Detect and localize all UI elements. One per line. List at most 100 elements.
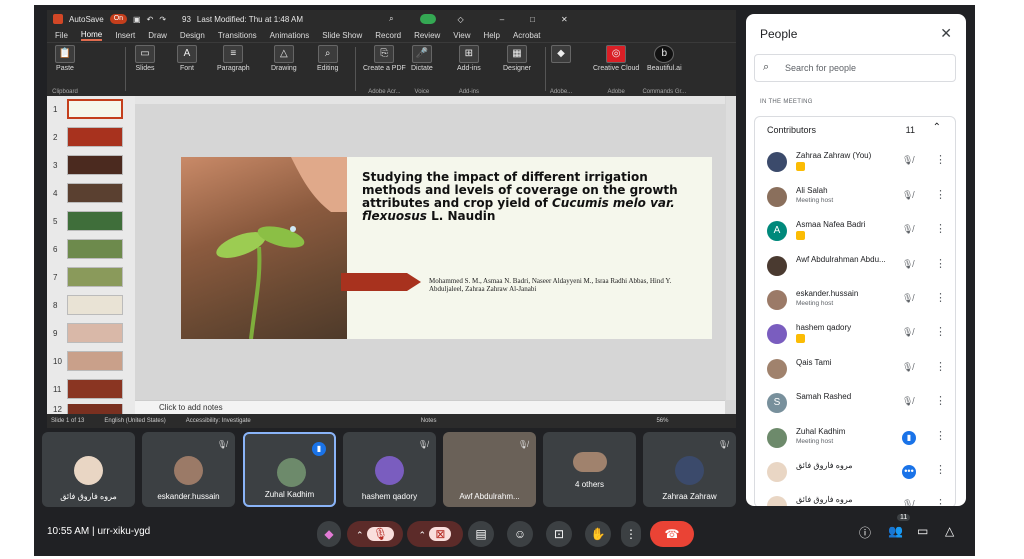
more-vert-icon[interactable]: ⋮ bbox=[935, 429, 946, 442]
more-vert-icon[interactable]: ⋮ bbox=[935, 153, 946, 166]
tab-draw[interactable]: Draw bbox=[148, 31, 167, 40]
tab-acrobat[interactable]: Acrobat bbox=[513, 31, 541, 40]
tab-animations[interactable]: Animations bbox=[270, 31, 310, 40]
more-options-button[interactable]: ⋮ bbox=[621, 521, 641, 547]
thumbnail-8[interactable]: 8 bbox=[53, 294, 133, 316]
close-icon[interactable]: ✕ bbox=[940, 25, 952, 42]
addins-button[interactable]: ⊞ Add-ins Add-ins bbox=[457, 45, 481, 95]
beautiful-ai-button[interactable]: b Beautiful.ai Commands Gr... bbox=[642, 45, 686, 95]
close-window-icon[interactable]: ✕ bbox=[561, 15, 568, 24]
present-button[interactable]: ⊡ bbox=[546, 521, 572, 547]
thumbnail-4[interactable]: 4 bbox=[53, 182, 133, 204]
account-avatar[interactable] bbox=[419, 14, 436, 24]
adobe-small-buttons[interactable]: ◆ Adobe... bbox=[550, 45, 572, 95]
tab-design[interactable]: Design bbox=[180, 31, 205, 40]
participant-tile-3[interactable]: ▮ Zuhal Kadhim bbox=[243, 432, 336, 507]
thumbnail-6[interactable]: 6 bbox=[53, 238, 133, 260]
participant-row[interactable]: Awf Abdulrahman Abdu... 🎙︎̸ ⋮ bbox=[755, 251, 955, 285]
font-button[interactable]: A Font bbox=[177, 45, 197, 95]
designer-button[interactable]: ▦ Designer bbox=[503, 45, 531, 95]
vertical-scrollbar[interactable] bbox=[726, 96, 736, 400]
thumbnail-7[interactable]: 7 bbox=[53, 266, 133, 288]
notes-toggle[interactable]: Notes bbox=[421, 418, 437, 424]
thumbnail-2[interactable]: 2 bbox=[53, 126, 133, 148]
meeting-info-icon[interactable]: ⓘ bbox=[859, 524, 871, 541]
participant-tile-6[interactable]: 🎙︎̸ Zahraa Zahraw bbox=[643, 432, 736, 507]
editing-button[interactable]: ⌕ Editing bbox=[317, 45, 338, 95]
thumbnail-5[interactable]: 5 bbox=[53, 210, 133, 232]
participant-row[interactable]: A Asmaa Nafea Badri 🎙︎̸ ⋮ bbox=[755, 216, 955, 250]
tab-home[interactable]: Home bbox=[80, 30, 103, 41]
tab-transitions[interactable]: Transitions bbox=[218, 31, 257, 40]
raise-hand-button[interactable]: ✋ bbox=[585, 521, 611, 547]
participant-row[interactable]: Qais Tami 🎙︎̸ ⋮ bbox=[755, 354, 955, 388]
search-icon[interactable]: ⌕ bbox=[389, 14, 393, 24]
undo-icon[interactable]: ↶ bbox=[147, 15, 154, 24]
restore-icon[interactable]: □ bbox=[530, 15, 535, 24]
chevron-up-icon[interactable]: ⌃ bbox=[933, 122, 941, 133]
redo-icon[interactable]: ↷ bbox=[159, 15, 166, 24]
create-pdf-button[interactable]: ⎘ Create a PDF Adobe Acr... bbox=[363, 45, 406, 95]
thumbnail-9[interactable]: 9 bbox=[53, 322, 133, 344]
paragraph-button[interactable]: ≡ Paragraph bbox=[217, 45, 250, 95]
people-icon[interactable]: 👥 bbox=[888, 524, 903, 538]
slides-button[interactable]: ▭ Slides bbox=[135, 45, 155, 95]
participant-row[interactable]: eskander.hussain Meeting host 🎙︎̸ ⋮ bbox=[755, 285, 955, 319]
save-icon[interactable]: ▣ bbox=[133, 15, 141, 24]
chat-icon[interactable]: ▭ bbox=[917, 524, 928, 538]
more-vert-icon[interactable]: ⋮ bbox=[935, 291, 946, 304]
thumbnail-11[interactable]: 11 bbox=[53, 378, 133, 400]
tab-review[interactable]: Review bbox=[414, 31, 440, 40]
participant-row[interactable]: مروه فاروق فائق 🎙︎̸ ⋮ bbox=[755, 491, 955, 506]
zoom-level[interactable]: 56% bbox=[656, 418, 668, 424]
thumbnail-10[interactable]: 10 bbox=[53, 350, 133, 372]
tab-file[interactable]: File bbox=[55, 31, 68, 40]
thumbnail-1[interactable]: 1 bbox=[53, 98, 133, 120]
participant-tile-2[interactable]: 🎙︎̸ eskander.hussain bbox=[142, 432, 235, 507]
minimize-icon[interactable]: – bbox=[500, 15, 504, 24]
captions-button[interactable]: ▤ bbox=[468, 521, 494, 547]
search-input[interactable]: Search for people bbox=[754, 54, 956, 82]
more-vert-icon[interactable]: ⋮ bbox=[935, 497, 946, 506]
more-vert-icon[interactable]: ⋮ bbox=[935, 188, 946, 201]
tab-insert[interactable]: Insert bbox=[115, 31, 135, 40]
reactions-effects-button[interactable]: ◆ bbox=[317, 521, 341, 547]
camera-button[interactable]: ⌃ ⊠ bbox=[407, 521, 463, 547]
participant-row[interactable]: S Samah Rashed 🎙︎̸ ⋮ bbox=[755, 388, 955, 422]
notes-pane[interactable]: Click to add notes bbox=[135, 400, 725, 414]
paste-button[interactable]: 📋 Paste Clipboard bbox=[52, 45, 78, 95]
participant-tile-1[interactable]: مروه فاروق فائق bbox=[42, 432, 135, 507]
diamond-icon[interactable]: ◇ bbox=[458, 15, 464, 24]
leave-call-button[interactable]: ☎ bbox=[650, 521, 694, 547]
dictate-button[interactable]: 🎤 Dictate Voice bbox=[411, 45, 433, 95]
participant-row[interactable]: مروه فاروق فائق ••• ⋮ bbox=[755, 457, 955, 491]
tab-help[interactable]: Help bbox=[484, 31, 500, 40]
last-modified[interactable]: Last Modified: Thu at 1:48 AM bbox=[197, 15, 303, 24]
autosave-toggle[interactable]: On bbox=[109, 14, 128, 24]
accessibility-status[interactable]: Accessibility: Investigate bbox=[186, 418, 251, 424]
participant-tile-others[interactable]: 4 others bbox=[543, 432, 636, 507]
tab-view[interactable]: View bbox=[453, 31, 470, 40]
more-vert-icon[interactable]: ⋮ bbox=[935, 463, 946, 476]
creative-cloud-button[interactable]: ◎ Creative Cloud Adobe bbox=[593, 45, 639, 95]
microphone-button[interactable]: ⌃ 🎙︎ bbox=[347, 521, 403, 547]
tab-slide-show[interactable]: Slide Show bbox=[322, 31, 362, 40]
language-status[interactable]: English (United States) bbox=[104, 418, 165, 424]
thumbnail-3[interactable]: 3 bbox=[53, 154, 133, 176]
more-vert-icon[interactable]: ⋮ bbox=[935, 257, 946, 270]
more-vert-icon[interactable]: ⋮ bbox=[935, 222, 946, 235]
participant-tile-4[interactable]: 🎙︎̸ hashem qadory bbox=[343, 432, 436, 507]
participant-row[interactable]: Zuhal Kadhim Meeting host ▮ ⋮ bbox=[755, 423, 955, 457]
participant-row[interactable]: Ali Salah Meeting host 🎙︎̸ ⋮ bbox=[755, 182, 955, 216]
more-vert-icon[interactable]: ⋮ bbox=[935, 325, 946, 338]
more-vert-icon[interactable]: ⋮ bbox=[935, 394, 946, 407]
drawing-button[interactable]: △ Drawing bbox=[271, 45, 297, 95]
current-slide[interactable]: Studying the impact of different irrigat… bbox=[181, 157, 712, 339]
more-vert-icon[interactable]: ⋮ bbox=[935, 360, 946, 373]
activities-icon[interactable]: △ bbox=[945, 524, 954, 538]
participant-row[interactable]: hashem qadory 🎙︎̸ ⋮ bbox=[755, 319, 955, 353]
emoji-button[interactable]: ☺ bbox=[507, 521, 533, 547]
thumbnail-12[interactable]: 12 bbox=[53, 404, 133, 414]
participant-tile-5[interactable]: 🎙︎̸ Awf Abdulrahm... bbox=[443, 432, 536, 507]
participant-row[interactable]: Zahraa Zahraw (You) 🎙︎̸ ⋮ bbox=[755, 147, 955, 181]
